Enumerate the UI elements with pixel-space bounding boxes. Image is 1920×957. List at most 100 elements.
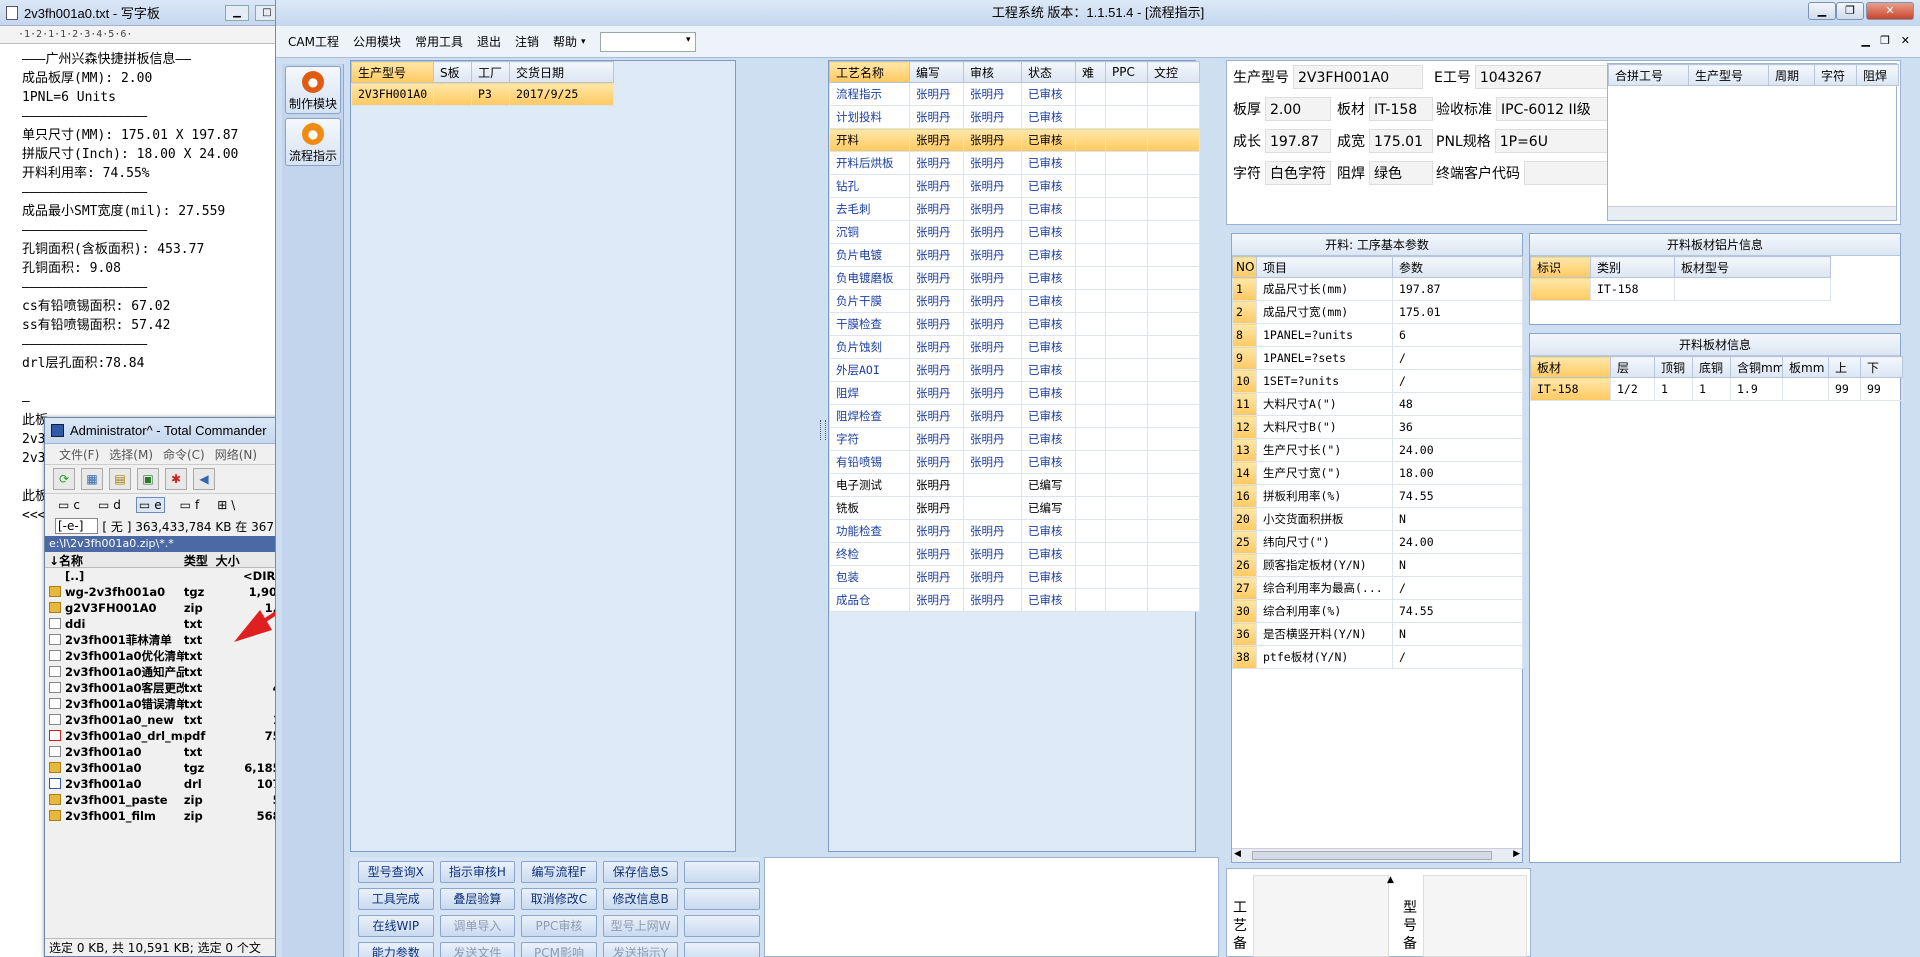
scroll-thumb[interactable] xyxy=(1252,851,1492,860)
process-cell[interactable]: 功能检查 xyxy=(829,519,910,543)
process-cell[interactable] xyxy=(1075,151,1106,175)
process-cell[interactable]: 已审核 xyxy=(1021,381,1076,405)
col-merge-legend[interactable]: 字符 xyxy=(1814,64,1857,86)
process-cell[interactable]: 张明丹 xyxy=(909,289,964,313)
col-alu-model[interactable]: 板材型号 xyxy=(1674,256,1831,278)
list-item[interactable]: 2v3fh001a0优化清单 txt xyxy=(45,648,289,664)
process-cell[interactable]: 已审核 xyxy=(1021,312,1076,336)
param-value[interactable]: N xyxy=(1392,622,1523,646)
process-cell[interactable]: 张明丹 xyxy=(963,105,1022,129)
param-no[interactable]: 25 xyxy=(1232,530,1257,554)
process-cell[interactable]: 张明丹 xyxy=(909,542,964,566)
notepad-minimize-button[interactable]: ▁ xyxy=(225,4,249,21)
process-cell[interactable] xyxy=(1147,381,1200,405)
board-cell[interactable] xyxy=(1782,377,1829,401)
process-cell[interactable] xyxy=(1147,105,1200,129)
process-cell[interactable] xyxy=(1075,404,1106,428)
table-row[interactable]: 8 1PANEL=?units 6 xyxy=(1232,323,1523,347)
col-merge-no[interactable]: 合拼工号 xyxy=(1608,64,1689,86)
process-cell[interactable]: 阻焊检查 xyxy=(829,404,910,428)
process-cell[interactable]: 张明丹 xyxy=(909,335,964,359)
process-cell[interactable]: 计划投料 xyxy=(829,105,910,129)
table-row[interactable]: 有铅喷锡 张明丹 张明丹 已审核 xyxy=(829,450,1200,474)
process-cell[interactable] xyxy=(1105,243,1148,267)
process-cell[interactable] xyxy=(1075,565,1106,589)
scroll-left-icon[interactable]: ◀ xyxy=(1234,849,1241,859)
param-value[interactable]: / xyxy=(1392,576,1523,600)
process-cell[interactable]: 外层AOI xyxy=(829,358,910,382)
process-cell[interactable]: 张明丹 xyxy=(909,266,964,290)
process-cell[interactable]: 流程指示 xyxy=(829,82,910,106)
table-row[interactable]: 流程指示 张明丹 张明丹 已审核 xyxy=(829,82,1200,106)
alu-type-cell[interactable]: IT-158 xyxy=(1590,277,1675,301)
process-cell[interactable] xyxy=(1075,128,1106,152)
action-button[interactable]: PCM影响 xyxy=(521,942,597,957)
process-cell[interactable] xyxy=(1147,519,1200,543)
col-factory[interactable]: 工厂 xyxy=(471,61,510,83)
order-cell[interactable] xyxy=(433,82,472,106)
process-cell[interactable] xyxy=(1105,197,1148,221)
refresh-icon[interactable]: ⟳ xyxy=(53,468,75,490)
col-reviewer[interactable]: 审核 xyxy=(963,61,1022,83)
col-name-header[interactable]: ↓名称 xyxy=(45,552,184,567)
process-cell[interactable]: 张明丹 xyxy=(963,174,1022,198)
process-cell[interactable]: 已审核 xyxy=(1021,289,1076,313)
process-cell[interactable]: 已审核 xyxy=(1021,128,1076,152)
process-cell[interactable] xyxy=(1147,312,1200,336)
process-cell[interactable]: 张明丹 xyxy=(963,128,1022,152)
param-value[interactable]: 48 xyxy=(1392,392,1523,416)
process-cell[interactable] xyxy=(1147,565,1200,589)
process-cell[interactable]: 已审核 xyxy=(1021,588,1076,612)
table-row[interactable]: 沉铜 张明丹 张明丹 已审核 xyxy=(829,220,1200,244)
process-cell[interactable]: 张明丹 xyxy=(963,404,1022,428)
col-param-value[interactable]: 参数 xyxy=(1392,256,1523,278)
col-ppc[interactable]: PPC xyxy=(1105,61,1148,83)
drive-d-button[interactable]: ▭ d xyxy=(95,497,124,513)
process-cell[interactable]: 已审核 xyxy=(1021,427,1076,451)
drive-select[interactable]: [-e-] xyxy=(55,518,99,534)
action-button[interactable]: 调单导入 xyxy=(439,915,516,937)
notepad-titlebar[interactable]: 2v3fh001a0.txt - 写字板 ▁ □ xyxy=(0,0,289,26)
tc-menu-file[interactable]: 文件(F) xyxy=(59,446,99,463)
col-alu-flag[interactable]: 标识 xyxy=(1530,256,1591,278)
action-button[interactable]: 叠层验算 xyxy=(439,888,516,910)
scroll-up-icon[interactable]: ▲ xyxy=(1387,875,1394,885)
list-item[interactable]: 2v3fh001a0 drl 107, xyxy=(45,776,289,792)
col-param-no[interactable]: NO xyxy=(1232,256,1257,278)
order-cell[interactable]: 2V3FH001A0 xyxy=(351,82,434,106)
param-item[interactable]: 1PANEL=?units xyxy=(1256,323,1393,347)
table-row[interactable]: IT-158 1/2 1 1 1.9 99 99 xyxy=(1530,377,1903,401)
col-merge-model[interactable]: 生产型号 xyxy=(1688,64,1769,86)
param-no[interactable]: 36 xyxy=(1232,622,1257,646)
process-cell[interactable]: 负电镀磨板 xyxy=(829,266,910,290)
toolbar-combo[interactable]: ▾ xyxy=(599,31,696,52)
process-cell[interactable] xyxy=(1105,82,1148,106)
param-item[interactable]: ptfe板材(Y/N) xyxy=(1256,645,1393,669)
process-cell[interactable]: 已审核 xyxy=(1021,404,1076,428)
process-cell[interactable] xyxy=(1105,542,1148,566)
process-cell[interactable] xyxy=(1075,450,1106,474)
process-cell[interactable]: 负片干膜 xyxy=(829,289,910,313)
col-alu-type[interactable]: 类别 xyxy=(1590,256,1675,278)
process-cell[interactable] xyxy=(1105,128,1148,152)
list-item[interactable]: 2v3fh001a0错误清单 txt xyxy=(45,696,289,712)
table-row[interactable]: 16 拼板利用率(%) 74.55 xyxy=(1232,484,1523,508)
order-cell[interactable]: 2017/9/25 xyxy=(509,82,614,106)
mdi-minimize-button[interactable]: ▁ xyxy=(1862,34,1870,47)
process-cell[interactable] xyxy=(1105,312,1148,336)
param-no[interactable]: 11 xyxy=(1232,392,1257,416)
process-cell[interactable]: 张明丹 xyxy=(963,450,1022,474)
process-cell[interactable] xyxy=(1075,243,1106,267)
board-cell[interactable]: 99 xyxy=(1860,377,1903,401)
process-cell[interactable] xyxy=(1075,427,1106,451)
table-row[interactable]: 10 1SET=?units / xyxy=(1232,369,1523,393)
dropdown-arrow-icon[interactable]: ▾ xyxy=(581,37,586,47)
mdi-restore-button[interactable]: ❐ xyxy=(1880,34,1890,47)
drive-f-button[interactable]: ▭ f xyxy=(177,497,203,513)
process-cell[interactable] xyxy=(1105,473,1148,497)
action-button[interactable] xyxy=(684,888,760,910)
list-view-icon[interactable]: ▤ xyxy=(109,468,131,490)
col-production-model[interactable]: 生产型号 xyxy=(351,61,434,83)
table-row[interactable]: 负片蚀刻 张明丹 张明丹 已审核 xyxy=(829,335,1200,359)
action-button[interactable]: 编写流程F xyxy=(521,861,597,883)
